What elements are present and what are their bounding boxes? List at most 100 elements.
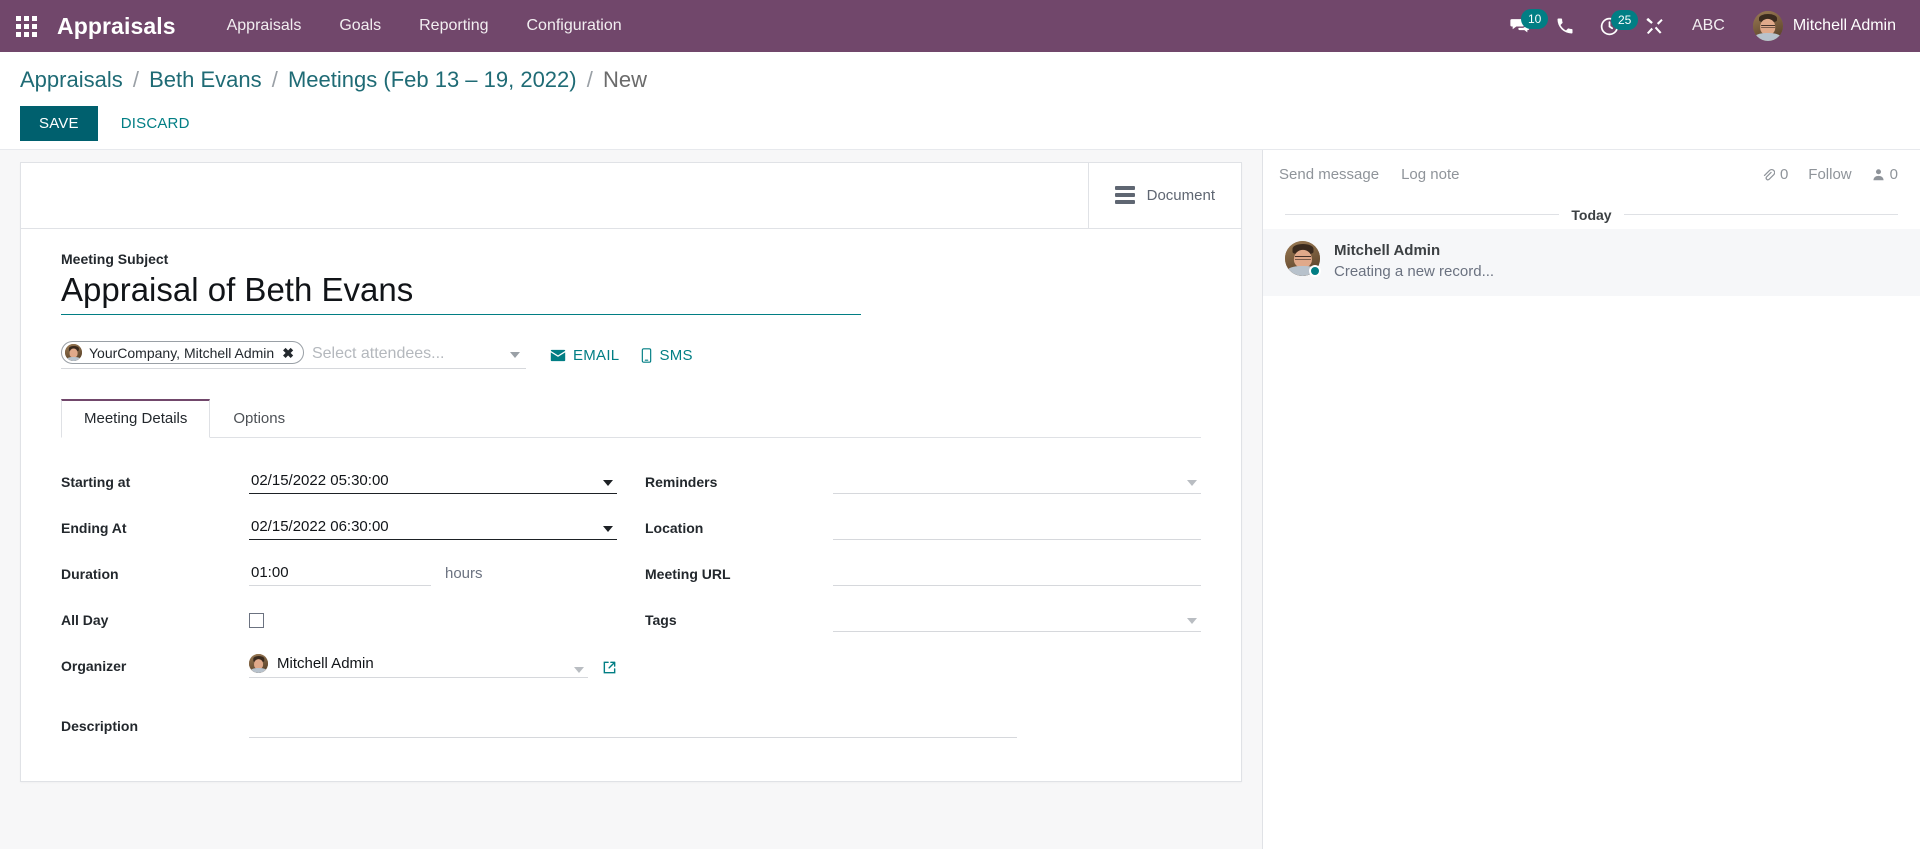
form-column-left: Starting at Ending At: [61, 464, 617, 694]
chatter-toolbar: Send message Log note 0 Follow 0: [1263, 150, 1920, 197]
form-grid: Starting at Ending At: [61, 438, 1201, 694]
control-panel: Appraisals / Beth Evans / Meetings (Feb …: [0, 52, 1920, 150]
duration-unit-label: hours: [445, 565, 483, 583]
meeting-url-label: Meeting URL: [645, 566, 731, 583]
attendee-tag-label: YourCompany, Mitchell Admin: [89, 344, 275, 361]
breadcrumb-item-new: New: [602, 67, 647, 92]
duration-label: Duration: [61, 566, 119, 583]
menu-item-configuration[interactable]: Configuration: [507, 1, 640, 51]
discard-button[interactable]: DISCARD: [106, 106, 205, 141]
apps-grid-icon[interactable]: [12, 12, 41, 41]
close-icon[interactable]: ✖: [281, 346, 295, 360]
location-input[interactable]: [833, 516, 1201, 541]
log-note-button[interactable]: Log note: [1401, 166, 1459, 183]
chevron-down-icon[interactable]: [574, 667, 584, 674]
chevron-down-icon[interactable]: [1187, 618, 1197, 625]
chevron-down-icon[interactable]: [603, 526, 613, 533]
external-link-icon[interactable]: [602, 660, 617, 675]
duration-input[interactable]: [249, 562, 431, 587]
attendee-avatar: [65, 344, 82, 362]
message-body: Creating a new record...: [1334, 262, 1495, 280]
form-body: Meeting Subject YourCompany, Mitchell Ad…: [21, 229, 1241, 769]
organizer-avatar: [249, 654, 268, 674]
breadcrumb: Appraisals / Beth Evans / Meetings (Feb …: [20, 66, 1900, 94]
sms-button[interactable]: SMS: [641, 346, 693, 364]
field-tags: Tags: [645, 602, 1201, 633]
user-menu[interactable]: Mitchell Admin: [1743, 5, 1902, 47]
description-label: Description: [61, 718, 139, 735]
follow-button[interactable]: Follow: [1808, 166, 1851, 183]
messages-icon[interactable]: 10: [1499, 7, 1549, 45]
menu-item-goals[interactable]: Goals: [320, 1, 400, 51]
message-author: Mitchell Admin: [1334, 241, 1441, 259]
mobile-icon: [642, 348, 652, 363]
field-starting-at: Starting at: [61, 464, 617, 495]
followers-button[interactable]: 0: [1872, 166, 1898, 183]
chevron-down-icon[interactable]: [603, 480, 613, 487]
organizer-value: Mitchell Admin: [277, 655, 374, 673]
attendees-input[interactable]: [303, 341, 526, 369]
tags-input[interactable]: [833, 608, 1201, 633]
breadcrumb-item-beth-evans[interactable]: Beth Evans: [149, 67, 262, 92]
starting-at-input[interactable]: [249, 470, 617, 495]
field-meeting-url: Meeting URL: [645, 556, 1201, 587]
tools-wrench-icon[interactable]: [1634, 8, 1674, 44]
attachments-count: 0: [1779, 165, 1789, 183]
all-day-checkbox[interactable]: [249, 613, 264, 629]
ending-at-label: Ending At: [61, 520, 127, 537]
tab-meeting-details[interactable]: Meeting Details: [61, 399, 211, 439]
user-avatar: [1752, 11, 1783, 41]
menu-item-reporting[interactable]: Reporting: [400, 1, 507, 51]
stat-button-label: Document: [1146, 186, 1215, 204]
meeting-subject-input[interactable]: [61, 268, 861, 316]
field-organizer: Organizer Mitchell Admin: [61, 648, 617, 679]
meeting-subject-label: Meeting Subject: [61, 250, 169, 267]
field-location: Location: [645, 510, 1201, 541]
activities-clock-icon[interactable]: 25: [1589, 8, 1639, 45]
send-message-button[interactable]: Send message: [1279, 166, 1379, 183]
meeting-url-input[interactable]: [833, 562, 1201, 587]
ending-at-input[interactable]: [249, 516, 617, 541]
chevron-down-icon[interactable]: [509, 352, 520, 359]
field-duration: Duration hours: [61, 556, 617, 587]
sms-button-label: SMS: [659, 346, 693, 364]
thread-date-divider: Today: [1263, 197, 1920, 229]
description-input[interactable]: [249, 708, 1017, 739]
attendee-tag[interactable]: YourCompany, Mitchell Admin ✖: [61, 341, 304, 365]
organizer-input[interactable]: Mitchell Admin: [249, 654, 588, 679]
starting-at-label: Starting at: [61, 474, 131, 491]
followers-count: 0: [1889, 165, 1898, 183]
form-sheet: Document Meeting Subject YourCompany, Mi…: [20, 161, 1242, 782]
reminders-input[interactable]: [833, 470, 1201, 495]
breadcrumb-separator: /: [586, 67, 593, 92]
phone-icon[interactable]: [1545, 8, 1585, 44]
app-brand-title[interactable]: Appraisals: [57, 13, 176, 40]
attachments-button[interactable]: 0: [1761, 166, 1788, 183]
main-menu: Appraisals Goals Reporting Configuration: [208, 1, 641, 51]
organizer-label: Organizer: [61, 658, 127, 675]
user-icon: [1873, 168, 1884, 180]
workspace: Document Meeting Subject YourCompany, Mi…: [0, 149, 1920, 849]
stat-button-document[interactable]: Document: [1087, 162, 1241, 228]
email-button[interactable]: EMAIL: [550, 347, 620, 364]
breadcrumb-item-meetings[interactable]: Meetings (Feb 13 – 19, 2022): [288, 67, 577, 92]
breadcrumb-separator: /: [132, 67, 139, 92]
stat-button-box: Document: [21, 162, 1241, 229]
field-all-day: All Day: [61, 602, 617, 632]
attendees-row: YourCompany, Mitchell Admin ✖ EMAIL: [61, 341, 1201, 370]
attendees-field[interactable]: YourCompany, Mitchell Admin ✖: [61, 341, 304, 370]
save-button[interactable]: SAVE: [20, 105, 98, 141]
form-pane: Document Meeting Subject YourCompany, Mi…: [0, 150, 1262, 849]
chevron-down-icon[interactable]: [1187, 480, 1197, 487]
message-item: Mitchell Admin Creating a new record...: [1263, 228, 1920, 296]
form-column-right: Reminders Location Meeting URL Tags: [645, 464, 1201, 694]
tab-options[interactable]: Options: [210, 399, 308, 438]
paperclip-icon: [1763, 168, 1775, 181]
debug-abc-label[interactable]: ABC: [1678, 9, 1739, 43]
record-actions: SAVE DISCARD: [20, 105, 1900, 141]
breadcrumb-item-appraisals[interactable]: Appraisals: [20, 67, 123, 92]
menu-item-appraisals[interactable]: Appraisals: [208, 1, 321, 51]
field-reminders: Reminders: [645, 464, 1201, 495]
bars-icon: [1114, 186, 1135, 204]
chatter-panel: Send message Log note 0 Follow 0 Today M…: [1262, 149, 1920, 849]
